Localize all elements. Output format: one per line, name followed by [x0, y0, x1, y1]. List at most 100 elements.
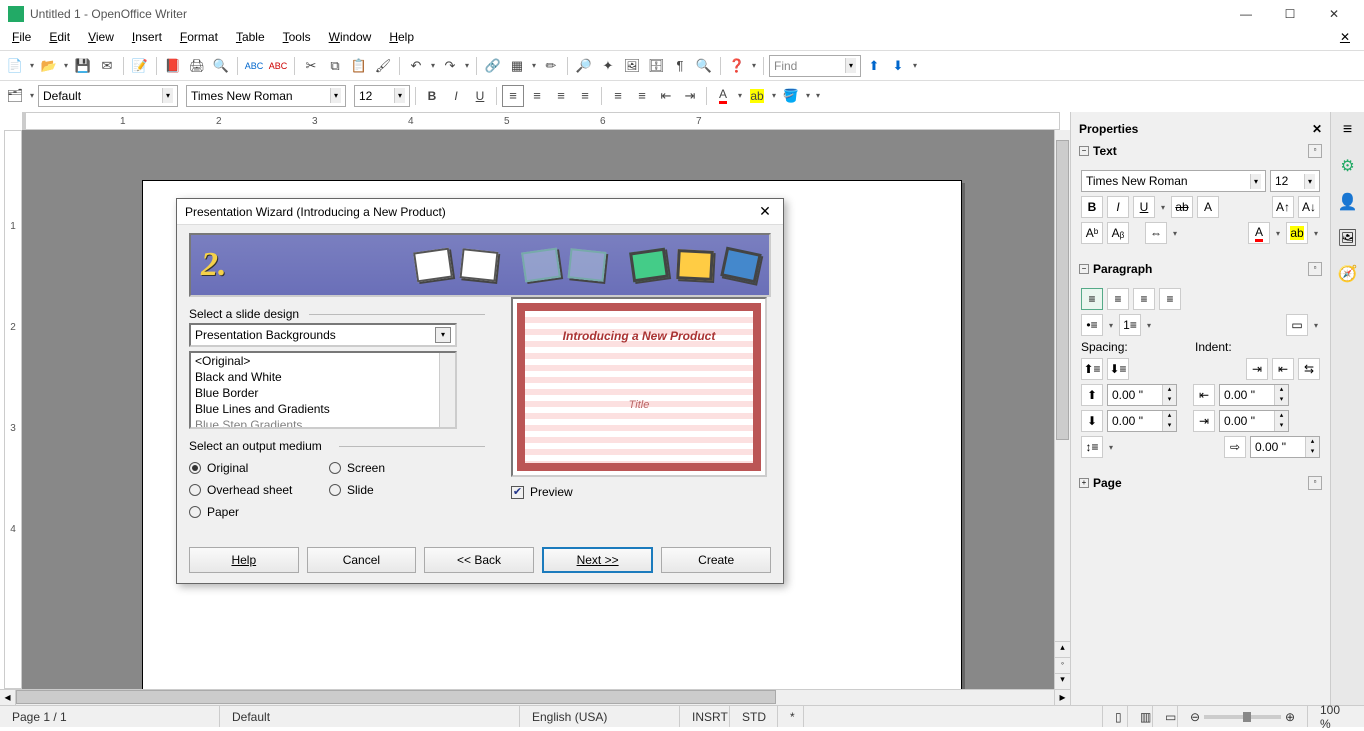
listbox-scrollbar[interactable]	[439, 353, 455, 427]
spacing-below-input[interactable]: ▴▾	[1107, 410, 1177, 432]
sb-underline-caret[interactable]: ▾	[1159, 196, 1167, 218]
radio-paper[interactable]: Paper	[189, 505, 329, 519]
find-toolbar-input[interactable]: Find▾	[769, 55, 861, 77]
sb-bgcolor-caret[interactable]: ▾	[1312, 314, 1320, 336]
sb-align-right-icon[interactable]: ≡	[1133, 288, 1155, 310]
sb-align-justify-icon[interactable]: ≡	[1159, 288, 1181, 310]
styles-caret[interactable]: ▾	[28, 85, 36, 107]
table-dropdown[interactable]: ▾	[530, 55, 538, 77]
radio-screen[interactable]: Screen	[329, 461, 469, 475]
horizontal-ruler[interactable]: 1 2 3 4 5 6 7	[22, 112, 1060, 130]
font-name-combo[interactable]: Times New Roman▾	[186, 85, 346, 107]
redo-icon[interactable]: ↷	[439, 55, 461, 77]
italic-icon[interactable]: I	[445, 85, 467, 107]
highlight-caret[interactable]: ▾	[770, 85, 778, 107]
minimize-button[interactable]: —	[1224, 0, 1268, 28]
sb-underline-icon[interactable]: U	[1133, 196, 1155, 218]
hscroll-right[interactable]: ▸	[1054, 690, 1070, 705]
spacing-above-input[interactable]: ▴▾	[1107, 384, 1177, 406]
sb-align-left-icon[interactable]: ≡	[1081, 288, 1103, 310]
view-book-icon[interactable]: ▭	[1153, 706, 1178, 727]
sb-shadow-icon[interactable]: A	[1197, 196, 1219, 218]
highlight-icon[interactable]: ab	[746, 85, 768, 107]
bold-icon[interactable]: B	[421, 85, 443, 107]
maximize-button[interactable]: ☐	[1268, 0, 1312, 28]
preview-checkbox[interactable]: ✔ Preview	[511, 485, 771, 499]
sb-bullets-caret[interactable]: ▾	[1107, 314, 1115, 336]
find-next-icon[interactable]: ⬇	[887, 55, 909, 77]
align-right-icon[interactable]: ≡	[550, 85, 572, 107]
save-icon[interactable]: 💾	[72, 55, 94, 77]
radio-overhead[interactable]: Overhead sheet	[189, 483, 329, 497]
styles-tab-icon[interactable]: 👤	[1336, 190, 1360, 214]
open-dropdown[interactable]: ▾	[62, 55, 70, 77]
indent-left-input[interactable]: ▴▾	[1219, 384, 1289, 406]
hyperlink-icon[interactable]: 🔗	[482, 55, 504, 77]
decrease-indent-icon[interactable]: ⇤	[655, 85, 677, 107]
horizontal-scrollbar[interactable]: ◂ ▸	[0, 689, 1070, 705]
status-signature[interactable]: *	[778, 706, 804, 727]
text-more-icon[interactable]: ▫	[1308, 144, 1322, 158]
styles-icon[interactable]: 🗂	[4, 85, 26, 107]
design-item-bluestep[interactable]: Blue Step Gradients	[191, 417, 455, 429]
align-center-icon[interactable]: ≡	[526, 85, 548, 107]
sb-highlight-icon[interactable]: ab	[1286, 222, 1308, 244]
sb-spacing-caret[interactable]: ▾	[1171, 222, 1179, 244]
page-expand-icon[interactable]: +	[1079, 478, 1089, 488]
combo-caret-icon[interactable]: ▾	[435, 327, 451, 343]
cut-icon[interactable]: ✂	[300, 55, 322, 77]
zoom-in-icon[interactable]: ⊕	[1285, 710, 1295, 724]
page-more-icon[interactable]: ▫	[1308, 476, 1322, 490]
font-color-caret[interactable]: ▾	[736, 85, 744, 107]
status-selmode[interactable]: STD	[730, 706, 778, 727]
gallery-tab-icon[interactable]: 🖼	[1336, 226, 1360, 250]
sidebar-font-combo[interactable]: Times New Roman▾	[1081, 170, 1266, 192]
toolbar-overflow[interactable]: ▾	[911, 55, 919, 77]
indent-right-input[interactable]: ▴▾	[1219, 410, 1289, 432]
underline-icon[interactable]: U	[469, 85, 491, 107]
design-category-combo[interactable]: Presentation Backgrounds ▾	[189, 323, 457, 347]
para-collapse-icon[interactable]: −	[1079, 264, 1089, 274]
design-item-original[interactable]: <Original>	[191, 353, 455, 369]
sb-sub-icon[interactable]: Aᵦ	[1107, 222, 1129, 244]
navigator-icon[interactable]: ✦	[597, 55, 619, 77]
status-insert[interactable]: INSRT	[680, 706, 730, 727]
sb-bold-icon[interactable]: B	[1081, 196, 1103, 218]
increase-indent-icon[interactable]: ⇥	[679, 85, 701, 107]
redo-dropdown[interactable]: ▾	[463, 55, 471, 77]
vertical-scrollbar[interactable]: ▴ ◦ ▾	[1054, 130, 1070, 689]
zoom-out-icon[interactable]: ⊖	[1190, 710, 1200, 724]
nonprinting-icon[interactable]: ¶	[669, 55, 691, 77]
bg-color-icon[interactable]: 🪣	[780, 85, 802, 107]
sb-hanging-icon[interactable]: ⇆	[1298, 358, 1320, 380]
sb-fontcolor-icon[interactable]: A	[1248, 222, 1270, 244]
menu-view[interactable]: View	[80, 28, 122, 50]
help-dropdown[interactable]: ▾	[750, 55, 758, 77]
bullet-list-icon[interactable]: ≡	[631, 85, 653, 107]
menu-table[interactable]: Table	[228, 28, 273, 50]
sb-spacing-icon[interactable]: ⇔	[1145, 222, 1167, 244]
sb-inc-spacing-icon[interactable]: ⬆≡	[1081, 358, 1103, 380]
linespacing-caret[interactable]: ▾	[1107, 436, 1115, 458]
text-collapse-icon[interactable]: −	[1079, 146, 1089, 156]
hscroll-thumb[interactable]	[16, 690, 776, 704]
design-item-blueborder[interactable]: Blue Border	[191, 385, 455, 401]
sidebar-close-icon[interactable]: ✕	[1312, 122, 1322, 136]
zoom-icon[interactable]: 🔍	[693, 55, 715, 77]
open-icon[interactable]: 📂	[38, 55, 60, 77]
spellcheck-icon[interactable]: ABC	[243, 55, 265, 77]
design-listbox[interactable]: <Original> Black and White Blue Border B…	[189, 351, 457, 429]
sb-strike-icon[interactable]: ab	[1171, 196, 1193, 218]
hscroll-left[interactable]: ◂	[0, 690, 16, 705]
next-button[interactable]: Next >>	[542, 547, 654, 573]
close-button[interactable]: ✕	[1312, 0, 1356, 28]
menu-file[interactable]: File	[4, 28, 39, 50]
help-button[interactable]: Help	[189, 547, 299, 573]
sb-bgcolor-icon[interactable]: ▭	[1286, 314, 1308, 336]
print-icon[interactable]: 🖨	[186, 55, 208, 77]
menu-help[interactable]: Help	[381, 28, 422, 50]
sidebar-config-icon[interactable]: ≡	[1336, 118, 1360, 142]
vscroll-thumb[interactable]	[1056, 140, 1069, 440]
sb-bullets-icon[interactable]: •≡	[1081, 314, 1103, 336]
prev-page-icon[interactable]: ▴	[1055, 641, 1070, 657]
